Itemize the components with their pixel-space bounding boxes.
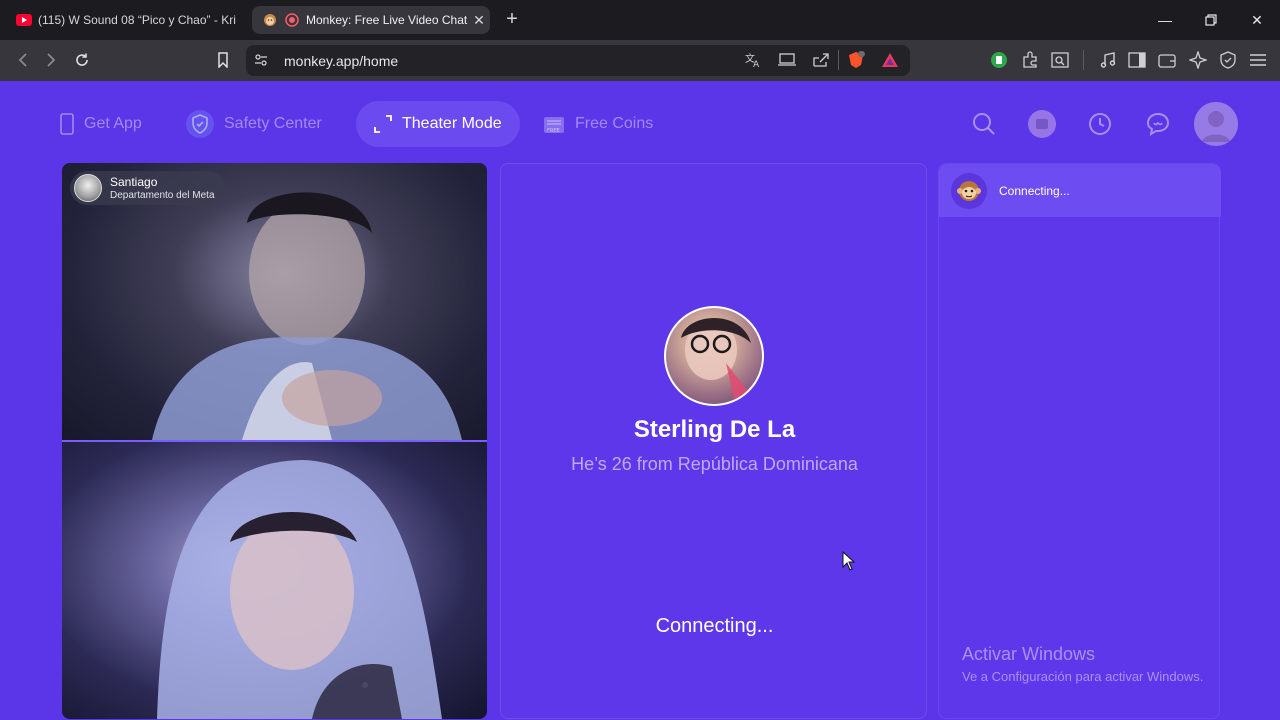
monkey-avatar-icon — [951, 172, 987, 209]
youtube-icon — [16, 12, 32, 28]
leo-ai-icon[interactable] — [1185, 48, 1211, 72]
peer-user-tag: Santiago Departamento del Meta — [70, 171, 225, 205]
monkey-page: Get App Safety Center Theater Mode FREE … — [0, 81, 1280, 720]
brave-shield-icon[interactable] — [843, 48, 869, 72]
browser-tab-monkey[interactable]: Monkey: Free Live Video Chat ✕ — [252, 6, 490, 34]
free-coins-button[interactable]: FREE Free Coins — [543, 101, 653, 147]
shield-check-icon — [186, 110, 214, 138]
search-icon[interactable] — [965, 105, 1003, 143]
url-text[interactable]: monkey.app/home — [284, 53, 398, 69]
mouse-cursor-icon — [842, 550, 856, 576]
history-icon[interactable] — [1081, 105, 1119, 143]
page-search-icon[interactable] — [1047, 48, 1073, 72]
restore-icon[interactable] — [1196, 8, 1226, 32]
self-video — [62, 442, 487, 719]
peer-avatar — [74, 174, 102, 202]
messages-icon[interactable] — [1139, 105, 1177, 143]
menu-icon[interactable] — [1245, 48, 1271, 72]
coins-icon: FREE — [543, 113, 565, 135]
phone-icon — [60, 113, 74, 135]
video-panel: Santiago Departamento del Meta — [62, 163, 487, 719]
cast-icon[interactable] — [774, 48, 800, 72]
match-subtitle: He’s 26 from República Dominicana — [571, 454, 858, 474]
peer-name: Santiago — [110, 174, 158, 189]
profile-avatar[interactable] — [1194, 102, 1238, 146]
monkey-icon — [262, 12, 278, 28]
get-app-button[interactable]: Get App — [60, 101, 142, 147]
divider — [838, 50, 839, 70]
music-icon[interactable] — [1095, 48, 1121, 72]
back-icon[interactable] — [10, 48, 36, 72]
browser-tab-youtube[interactable]: (115) W Sound 08 “Pico y Chao” - Kri — [8, 6, 246, 34]
close-tab-icon[interactable]: ✕ — [468, 12, 490, 29]
forward-icon[interactable] — [38, 48, 64, 72]
close-window-icon[interactable]: ✕ — [1242, 8, 1272, 32]
expand-icon — [374, 115, 392, 133]
tab-title: (115) W Sound 08 “Pico y Chao” - Kri — [38, 13, 236, 27]
browser-tab-bar: (115) W Sound 08 “Pico y Chao” - Kri Mon… — [0, 0, 1280, 40]
brave-rewards-icon[interactable] — [877, 48, 903, 72]
match-name: Sterling De La — [633, 416, 796, 443]
match-avatar — [664, 306, 764, 406]
theater-mode-button[interactable]: Theater Mode — [356, 101, 520, 147]
chat-panel: Connecting... — [938, 163, 1221, 719]
match-panel: Sterling De La He’s 26 from República Do… — [500, 163, 927, 719]
bookmark-icon[interactable] — [210, 48, 236, 72]
minimize-icon[interactable]: — — [1150, 8, 1180, 32]
windows-activation-title: Activar Windows — [962, 644, 1096, 664]
sidebar-toggle-icon[interactable] — [1124, 48, 1150, 72]
site-settings-icon[interactable] — [248, 48, 274, 72]
chat-status: Connecting... — [999, 183, 1070, 198]
extension-green-icon[interactable] — [986, 48, 1012, 72]
tab-title: Monkey: Free Live Video Chat — [306, 13, 468, 27]
reload-icon[interactable] — [69, 48, 95, 72]
free-coins-label: Free Coins — [575, 115, 654, 132]
wallet-icon[interactable] — [1154, 48, 1180, 72]
theater-mode-label: Theater Mode — [402, 115, 502, 132]
share-icon[interactable] — [808, 48, 834, 72]
safety-center-label: Safety Center — [224, 115, 322, 132]
new-tab-button[interactable]: + — [500, 8, 524, 32]
divider — [1083, 50, 1084, 70]
recording-icon — [284, 12, 300, 28]
translate-icon[interactable]: 文A — [740, 48, 766, 72]
vpn-icon[interactable] — [1215, 48, 1241, 72]
match-status: Connecting... — [655, 615, 774, 637]
safety-center-button[interactable]: Safety Center — [186, 101, 322, 147]
chat-header: Connecting... — [939, 164, 1221, 217]
store-icon[interactable] — [1023, 105, 1061, 143]
extensions-icon[interactable] — [1017, 48, 1043, 72]
get-app-label: Get App — [84, 115, 142, 132]
peer-location: Departamento del Meta — [110, 189, 215, 201]
free-badge-text: FREE — [547, 128, 560, 134]
windows-activation-subtitle: Ve a Configuración para activar Windows. — [962, 669, 1204, 684]
svg-text:A: A — [753, 60, 760, 68]
